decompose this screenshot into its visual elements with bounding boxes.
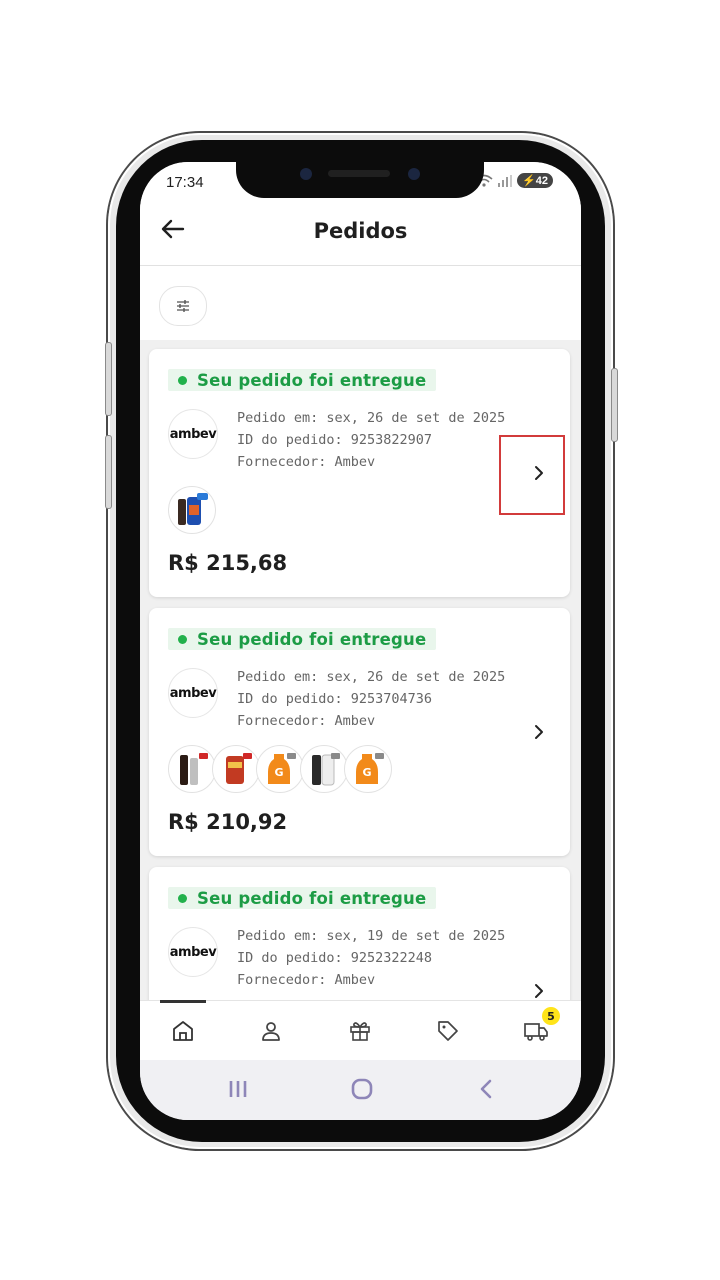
- page-title: Pedidos: [313, 219, 408, 243]
- signal-icon: [498, 174, 513, 187]
- supplier-logo: ambev: [168, 927, 218, 977]
- red-cans-icon: [226, 753, 252, 784]
- status-label: Seu pedido foi entregue: [197, 888, 427, 908]
- order-info: Pedido em: sex, 26 de set de 2025 ID do …: [237, 666, 505, 732]
- status-label: Seu pedido foi entregue: [197, 370, 427, 390]
- order-id: ID do pedido: 9253822907: [237, 432, 433, 448]
- page-header: Pedidos: [140, 202, 581, 266]
- product-thumb: G: [256, 745, 304, 793]
- orders-count-badge: 5: [542, 1007, 560, 1025]
- nav-offers[interactable]: [418, 1001, 478, 1061]
- sensor: [408, 168, 420, 180]
- status-dot: [178, 375, 187, 385]
- status-badge: Seu pedido foi entregue: [168, 887, 437, 909]
- supplier-logo: ambev: [168, 668, 218, 718]
- power-button: [611, 368, 618, 442]
- order-price: R$ 215,68: [168, 551, 288, 575]
- volume-down-button: [105, 435, 112, 509]
- status-label: Seu pedido foi entregue: [197, 629, 427, 649]
- gift-icon: [350, 1022, 370, 1041]
- back-system-button[interactable]: [466, 1074, 506, 1104]
- orange-sports-drink-icon: G: [268, 753, 296, 784]
- dark-bottles-icon: [180, 753, 208, 785]
- order-card[interactable]: Seu pedido foi entregue ambev Pedido em:…: [149, 349, 570, 597]
- status-badge: Seu pedido foi entregue: [168, 628, 437, 650]
- status-dot: [178, 634, 187, 644]
- order-date: Pedido em: sex, 19 de set de 2025: [237, 928, 506, 944]
- nav-home[interactable]: [153, 1001, 213, 1061]
- product-thumb: [168, 486, 216, 534]
- product-thumb: G: [344, 745, 392, 793]
- orange-sports-drink-icon: G: [356, 753, 384, 784]
- bottle-can-pack-icon: [178, 493, 208, 525]
- order-info: Pedido em: sex, 26 de set de 2025 ID do …: [237, 407, 505, 473]
- sliders-icon: [177, 300, 189, 312]
- product-thumb: [300, 745, 348, 793]
- order-supplier: Fornecedor: Ambev: [237, 972, 376, 988]
- order-supplier: Fornecedor: Ambev: [237, 713, 376, 729]
- recent-apps-button[interactable]: [218, 1074, 258, 1104]
- status-time: 17:34: [166, 174, 204, 191]
- product-thumbnails: G G: [168, 745, 392, 793]
- highlight-box: [499, 435, 565, 515]
- svg-text:G: G: [274, 766, 283, 779]
- filter-bar: [140, 266, 581, 340]
- order-date: Pedido em: sex, 26 de set de 2025: [237, 410, 506, 426]
- order-id: ID do pedido: 9253704736: [237, 691, 433, 707]
- battery-level: 42: [535, 175, 548, 187]
- earpiece-speaker: [328, 170, 390, 177]
- status-icons: ⚡42: [475, 173, 553, 188]
- svg-text:G: G: [362, 766, 371, 779]
- chevron-left-icon: [480, 1079, 492, 1099]
- tag-icon: [438, 1021, 458, 1041]
- status-dot: [178, 893, 187, 903]
- order-supplier: Fornecedor: Ambev: [237, 454, 376, 470]
- camera-notch: [236, 162, 484, 198]
- order-info: Pedido em: sex, 19 de set de 2025 ID do …: [237, 925, 505, 991]
- battery-indicator: ⚡42: [517, 173, 553, 188]
- order-id: ID do pedido: 9252322248: [237, 950, 433, 966]
- volume-up-button: [105, 342, 112, 416]
- home-icon: [173, 1021, 193, 1041]
- home-circle-icon: [351, 1078, 373, 1100]
- user-icon: [262, 1022, 280, 1041]
- app-screen: 17:34 ⚡42 Pedidos Seu pedido foi entregu…: [140, 162, 581, 1120]
- order-price: R$ 210,92: [168, 810, 288, 834]
- product-thumb: [212, 745, 260, 793]
- nav-profile[interactable]: [241, 1001, 301, 1061]
- recent-apps-icon: [229, 1081, 247, 1097]
- chevron-right-icon[interactable]: [530, 723, 548, 741]
- status-badge: Seu pedido foi entregue: [168, 369, 437, 391]
- front-camera: [300, 168, 312, 180]
- system-navigation-bar: [140, 1060, 581, 1120]
- chevron-right-icon[interactable]: [530, 982, 548, 1000]
- order-card[interactable]: Seu pedido foi entregue ambev Pedido em:…: [149, 608, 570, 856]
- white-cans-icon: [312, 753, 340, 786]
- product-thumb: [168, 745, 216, 793]
- filter-button[interactable]: [159, 286, 207, 326]
- product-thumbnails: [168, 486, 216, 534]
- nav-orders[interactable]: 5: [506, 1001, 566, 1061]
- nav-rewards[interactable]: [330, 1001, 390, 1061]
- order-date: Pedido em: sex, 26 de set de 2025: [237, 669, 506, 685]
- home-system-button[interactable]: [342, 1074, 382, 1104]
- supplier-logo: ambev: [168, 409, 218, 459]
- bottom-navigation: 5: [140, 1000, 581, 1061]
